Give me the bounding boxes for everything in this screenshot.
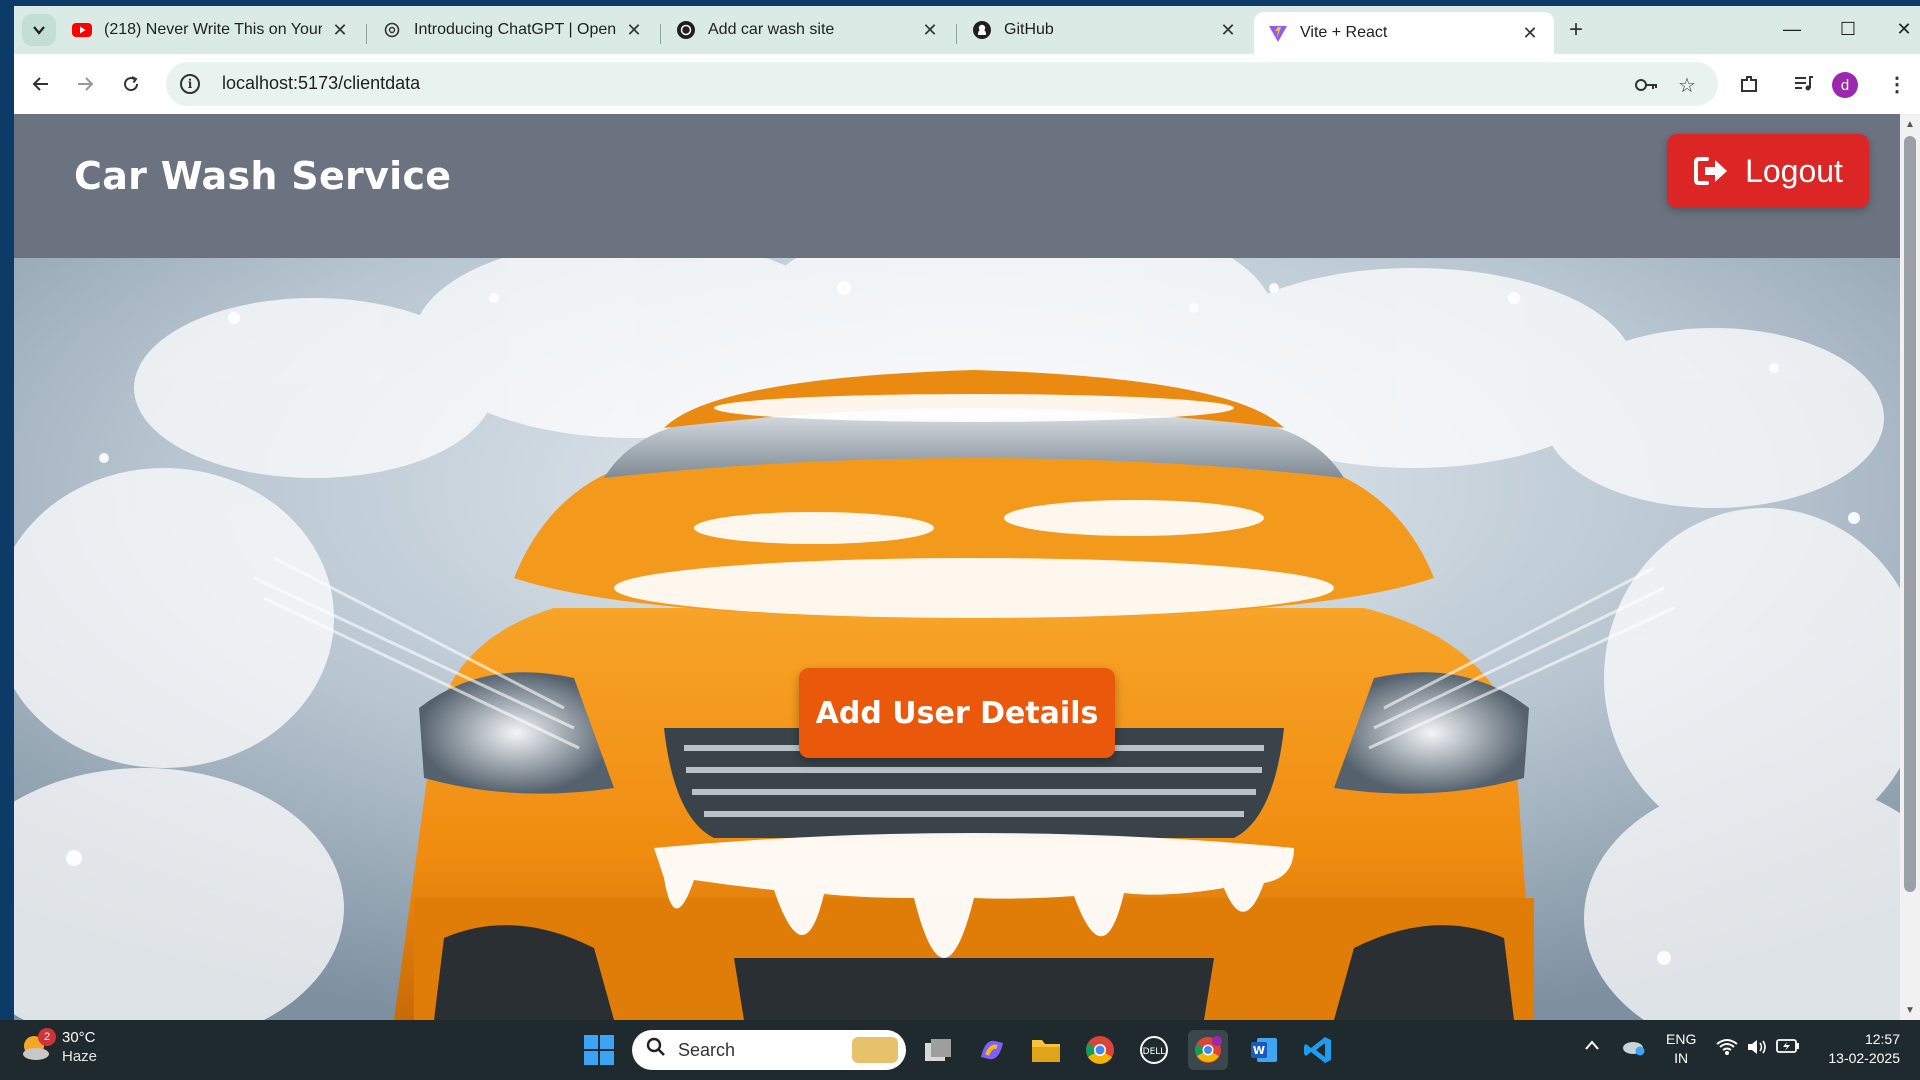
scrollbar-thumb[interactable] [1904, 136, 1916, 892]
weather-temp: 30°C [62, 1029, 96, 1046]
bookmark-star-icon[interactable]: ☆ [1674, 72, 1700, 98]
system-clock[interactable]: 12:57 13-02-2025 [1818, 1030, 1900, 1068]
close-icon[interactable]: ✕ [920, 20, 940, 41]
reload-icon [124, 76, 139, 92]
url-text: localhost:5173/clientdata [222, 73, 421, 93]
language-indicator[interactable]: ENG IN [1666, 1030, 1696, 1068]
copilot-icon[interactable] [972, 1030, 1012, 1070]
chevron-down-icon [33, 26, 45, 35]
close-icon[interactable]: ✕ [1218, 20, 1238, 41]
github-icon [972, 20, 992, 40]
lang-line1: ENG [1666, 1031, 1697, 1047]
browser-toolbar: i localhost:5173/clientdata ☆ d ⋮ [14, 54, 1920, 114]
desktop: (218) Never Write This on Your ✕ Introdu… [0, 0, 1920, 1080]
weather-condition: Haze [62, 1048, 98, 1065]
svg-text:W: W [1253, 1044, 1265, 1057]
scroll-down-icon[interactable]: ▼ [1900, 1002, 1920, 1018]
reload-button[interactable] [114, 67, 148, 101]
site-header: Car Wash Service Logout [14, 114, 1900, 258]
profile-avatar[interactable]: d [1832, 72, 1858, 98]
vscode-icon[interactable] [1298, 1030, 1338, 1070]
page-scrollbar[interactable]: ▲ ▼ [1900, 114, 1920, 1020]
extensions-icon[interactable] [1732, 67, 1766, 101]
tab-car-wash[interactable]: Add car wash site ✕ [662, 12, 954, 48]
taskbar: 2 30°C Haze Search DELL W ENG IN 12:57 1… [0, 1020, 1920, 1080]
tab-title: GitHub [1004, 21, 1054, 38]
media-control-icon[interactable] [1786, 67, 1820, 101]
address-bar[interactable]: i localhost:5173/clientdata ☆ [166, 62, 1718, 106]
openai-icon [382, 20, 402, 40]
page-content: Car Wash Service Logout Add User Details [14, 114, 1900, 1020]
arrow-left-icon [32, 77, 48, 91]
add-user-details-button[interactable]: Add User Details [799, 668, 1115, 758]
wifi-icon[interactable] [1716, 1038, 1738, 1061]
clock-time: 12:57 [1864, 1031, 1900, 1047]
tab-separator [956, 24, 957, 44]
battery-icon[interactable] [1776, 1038, 1800, 1059]
close-icon[interactable]: ✕ [330, 20, 350, 41]
tab-search-button[interactable] [22, 14, 56, 46]
search-icon [646, 1037, 666, 1063]
onedrive-icon[interactable] [1622, 1038, 1646, 1061]
window-close-button[interactable]: ✕ [1876, 12, 1920, 46]
scroll-up-icon[interactable]: ▲ [1900, 116, 1920, 132]
site-info-icon[interactable]: i [180, 74, 200, 94]
car-wash-photo [14, 258, 1900, 1020]
site-title: Car Wash Service [74, 154, 452, 198]
arrow-right-icon [78, 77, 94, 91]
search-placeholder: Search [678, 1039, 736, 1060]
task-view-icon[interactable] [918, 1030, 958, 1070]
chrome-icon[interactable] [1080, 1030, 1120, 1070]
tab-github[interactable]: GitHub ✕ [958, 12, 1252, 48]
weather-badge: 2 [38, 1028, 56, 1046]
browser-window: (218) Never Write This on Your ✕ Introdu… [14, 6, 1920, 1020]
tab-title: Vite + React [1300, 24, 1388, 41]
tab-title: (218) Never Write This on Your [104, 21, 322, 38]
close-icon[interactable]: ✕ [624, 20, 644, 41]
svg-text:DELL: DELL [1143, 1047, 1166, 1057]
tray-overflow-icon[interactable] [1584, 1038, 1600, 1056]
new-tab-button[interactable]: + [1560, 14, 1592, 46]
tab-strip: (218) Never Write This on Your ✕ Introdu… [14, 6, 1920, 54]
tab-separator [660, 24, 661, 44]
file-explorer-icon[interactable] [1026, 1030, 1066, 1070]
close-icon[interactable]: ✕ [1520, 23, 1540, 44]
tab-openai[interactable]: Introducing ChatGPT | OpenAI ✕ [368, 12, 658, 48]
back-button[interactable] [24, 67, 58, 101]
minimize-button[interactable]: — [1764, 12, 1820, 46]
forward-button[interactable] [68, 67, 102, 101]
weather-widget[interactable]: 2 30°C Haze [20, 1028, 97, 1066]
lang-line2: IN [1674, 1050, 1689, 1066]
kebab-menu-icon[interactable]: ⋮ [1880, 67, 1914, 101]
word-icon[interactable]: W [1244, 1030, 1284, 1070]
tab-separator [366, 24, 367, 44]
logout-label: Logout [1745, 152, 1843, 189]
vite-icon [1268, 23, 1288, 43]
tab-title: Add car wash site [708, 21, 835, 38]
maximize-button[interactable]: ☐ [1820, 12, 1876, 46]
tab-title: Introducing ChatGPT | OpenAI [414, 21, 616, 38]
tab-youtube[interactable]: (218) Never Write This on Your ✕ [58, 12, 364, 48]
search-highlight-icon [852, 1037, 898, 1063]
volume-icon[interactable] [1746, 1038, 1768, 1061]
weather-icon: 2 [20, 1028, 56, 1062]
taskbar-search[interactable]: Search [632, 1030, 906, 1070]
windows-start-icon[interactable] [583, 1034, 615, 1066]
clock-date: 13-02-2025 [1828, 1050, 1900, 1066]
dell-icon[interactable]: DELL [1134, 1030, 1174, 1070]
hero-image: Add User Details [14, 258, 1900, 1020]
openai-icon [676, 20, 696, 40]
chrome-profile-icon[interactable] [1188, 1030, 1228, 1070]
password-key-icon[interactable] [1634, 72, 1660, 98]
logout-button[interactable]: Logout [1667, 134, 1869, 208]
sign-out-icon [1694, 157, 1728, 185]
tab-vite-react[interactable]: Vite + React ✕ [1254, 12, 1554, 54]
youtube-icon [72, 20, 92, 40]
